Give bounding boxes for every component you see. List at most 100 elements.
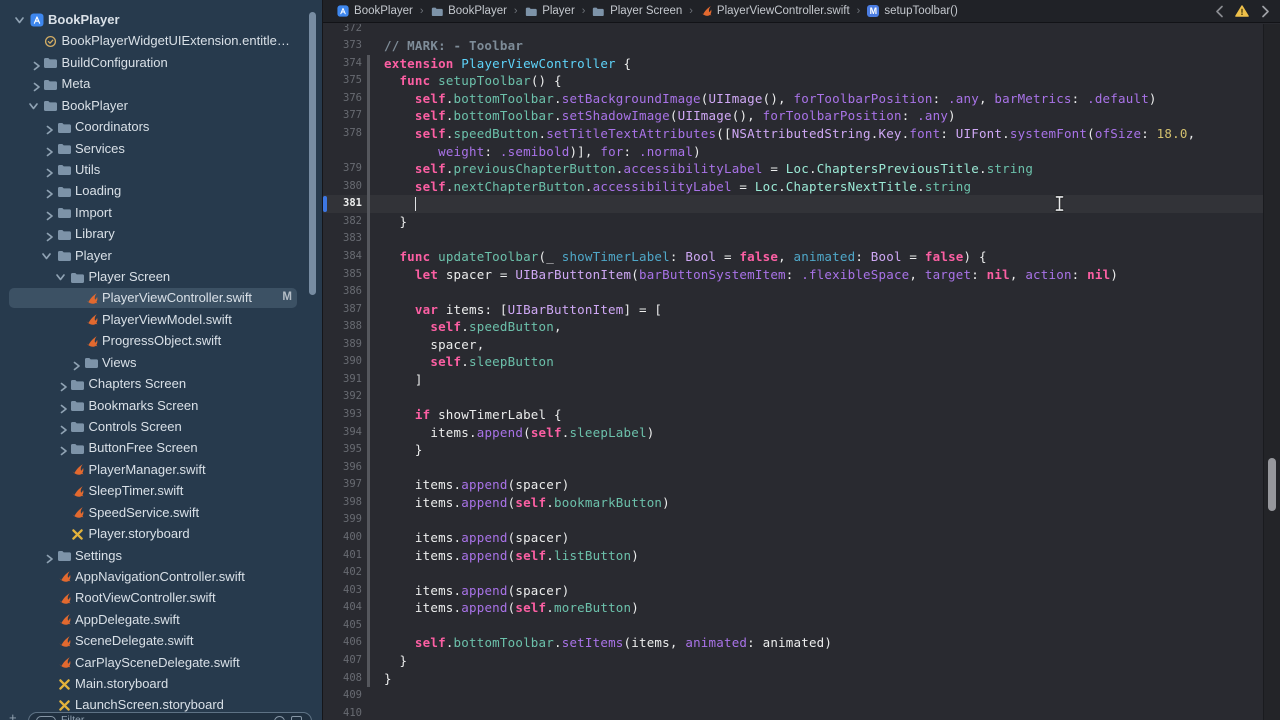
editor-scrollbar-track[interactable] [1263,24,1280,720]
disclosure-chevron-icon[interactable] [58,273,68,282]
breadcrumb-item-bookplayer[interactable]: BookPlayer [431,5,507,17]
scm-filter-icon[interactable] [291,716,302,720]
sidebar-item-controls-screen[interactable]: Controls Screen [0,416,322,437]
code-line-395[interactable]: 395 } [323,441,1263,459]
sidebar-item-playerviewmodel-swift[interactable]: PlayerViewModel.swift [0,309,322,330]
code-line-376[interactable]: 376 self.bottomToolbar.setBackgroundImag… [323,90,1263,108]
breadcrumb-item-setuptoolbar[interactable]: MsetupToolbar() [867,5,958,17]
code-line-399[interactable]: 399 [323,511,1263,529]
sidebar-item-carplayscenedelegate-swift[interactable]: CarPlaySceneDelegate.swift [0,652,322,673]
code-line-388[interactable]: 388 self.speedButton, [323,318,1263,336]
source-editor[interactable]: 372373// MARK: - Toolbar374extension Pla… [323,24,1280,720]
code-line-400[interactable]: 400 items.append(spacer) [323,529,1263,547]
sidebar-item-loading[interactable]: Loading [0,180,322,201]
code-line-374[interactable]: 374extension PlayerViewController { [323,55,1263,73]
sidebar-item-library[interactable]: Library [0,223,322,244]
code-line-404[interactable]: 404 items.append(self.moreButton) [323,599,1263,617]
sidebar-item-rootviewcontroller-swift[interactable]: RootViewController.swift [0,587,322,608]
forward-button[interactable] [1258,3,1272,19]
code-line-392[interactable]: 392 [323,388,1263,406]
sidebar-item-coordinators[interactable]: Coordinators [0,116,322,137]
disclosure-chevron-icon[interactable] [59,443,68,453]
breadcrumb-item-playerviewcontroller-swift[interactable]: PlayerViewController.swift [700,5,850,17]
sidebar-item-utils[interactable]: Utils [0,159,322,180]
disclosure-chevron-icon[interactable] [59,401,68,411]
sidebar-item-bookplayer[interactable]: BookPlayer [0,95,322,116]
sidebar-item-settings[interactable]: Settings [0,545,322,566]
code-line-389[interactable]: 389 spacer, [323,336,1263,354]
code-line-372[interactable]: 372 [323,24,1263,37]
code-line-377[interactable]: 377 self.bottomToolbar.setShadowImage(UI… [323,107,1263,125]
code-line-394[interactable]: 394 items.append(self.sleepLabel) [323,424,1263,442]
sidebar-item-player-screen[interactable]: Player Screen [0,266,322,287]
disclosure-chevron-icon[interactable] [45,186,54,196]
disclosure-chevron-icon[interactable] [72,358,81,368]
sidebar-item-views[interactable]: Views [0,352,322,373]
code-line-401[interactable]: 401 items.append(self.listButton) [323,547,1263,565]
code-line-380[interactable]: 380 self.nextChapterButton.accessibility… [323,178,1263,196]
sidebar-item-appnavigationcontroller-swift[interactable]: AppNavigationController.swift [0,566,322,587]
sidebar-item-main-storyboard[interactable]: Main.storyboard [0,673,322,694]
code-line-wrap[interactable]: weight: .semibold)], for: .normal) [323,143,1263,161]
sidebar-item-speedservice-swift[interactable]: SpeedService.swift [0,502,322,523]
sidebar-item-player-storyboard[interactable]: Player.storyboard [0,523,322,544]
disclosure-chevron-icon[interactable] [45,122,54,132]
code-line-379[interactable]: 379 self.previousChapterButton.accessibi… [323,160,1263,178]
breadcrumb-item-player-screen[interactable]: Player Screen [592,5,682,17]
code-line-409[interactable]: 409 [323,687,1263,705]
code-line-403[interactable]: 403 items.append(spacer) [323,582,1263,600]
warning-indicator[interactable] [1235,3,1249,19]
code-line-386[interactable]: 386 [323,283,1263,301]
sidebar-item-bookmarks-screen[interactable]: Bookmarks Screen [0,395,322,416]
disclosure-chevron-icon[interactable] [32,58,41,68]
sidebar-item-import[interactable]: Import [0,202,322,223]
sidebar-item-bookplayerwidgetuiextension-entitle[interactable]: BookPlayerWidgetUIExtension.entitle… [0,30,322,51]
code-line-385[interactable]: 385 let spacer = UIBarButtonItem(barButt… [323,266,1263,284]
sidebar-item-chapters-screen[interactable]: Chapters Screen [0,373,322,394]
code-line-373[interactable]: 373// MARK: - Toolbar [323,37,1263,55]
disclosure-chevron-icon[interactable] [45,144,54,154]
code-line-410[interactable]: 410 [323,705,1263,720]
code-line-382[interactable]: 382 } [323,213,1263,231]
disclosure-chevron-icon[interactable] [45,251,55,260]
editor-scrollbar-thumb[interactable] [1268,458,1276,511]
sidebar-item-progressobject-swift[interactable]: ProgressObject.swift [0,330,322,351]
code-line-387[interactable]: 387 var items: [UIBarButtonItem] = [ [323,301,1263,319]
breadcrumb-item-bookplayer[interactable]: BookPlayer [337,5,413,17]
disclosure-chevron-icon[interactable] [31,101,41,110]
code-line-407[interactable]: 407 } [323,652,1263,670]
disclosure-chevron-icon[interactable] [45,229,54,239]
sidebar-item-buildconfiguration[interactable]: BuildConfiguration [0,52,322,73]
code-line-383[interactable]: 383 [323,230,1263,248]
code-line-375[interactable]: 375 func setupToolbar() { [323,72,1263,90]
disclosure-chevron-icon[interactable] [18,16,28,25]
code-line-381[interactable]: 381 [323,195,1263,213]
breadcrumb-item-player[interactable]: Player [525,5,575,17]
sidebar-item-playermanager-swift[interactable]: PlayerManager.swift [0,459,322,480]
sidebar-item-appdelegate-swift[interactable]: AppDelegate.swift [0,609,322,630]
sidebar-item-meta[interactable]: Meta [0,73,322,94]
sidebar-item-scenedelegate-swift[interactable]: SceneDelegate.swift [0,630,322,651]
back-button[interactable] [1212,3,1226,19]
sidebar-item-playerviewcontroller-swift[interactable]: PlayerViewController.swiftM [0,287,322,308]
code-line-391[interactable]: 391 ] [323,371,1263,389]
disclosure-chevron-icon[interactable] [59,379,68,389]
recents-filter-icon[interactable] [274,716,285,720]
code-line-390[interactable]: 390 self.sleepButton [323,353,1263,371]
code-line-405[interactable]: 405 [323,617,1263,635]
code-line-398[interactable]: 398 items.append(self.bookmarkButton) [323,494,1263,512]
disclosure-chevron-icon[interactable] [45,208,54,218]
code-line-402[interactable]: 402 [323,564,1263,582]
sidebar-item-buttonfree-screen[interactable]: ButtonFree Screen [0,437,322,458]
code-line-393[interactable]: 393 if showTimerLabel { [323,406,1263,424]
disclosure-chevron-icon[interactable] [45,165,54,175]
code-line-384[interactable]: 384 func updateToolbar(_ showTimerLabel:… [323,248,1263,266]
code-line-397[interactable]: 397 items.append(spacer) [323,476,1263,494]
disclosure-chevron-icon[interactable] [45,551,54,561]
disclosure-chevron-icon[interactable] [59,422,68,432]
sidebar-item-bookplayer[interactable]: BookPlayer [0,9,322,30]
sidebar-item-player[interactable]: Player [0,245,322,266]
sidebar-item-services[interactable]: Services [0,138,322,159]
disclosure-chevron-icon[interactable] [32,79,41,89]
code-line-396[interactable]: 396 [323,459,1263,477]
